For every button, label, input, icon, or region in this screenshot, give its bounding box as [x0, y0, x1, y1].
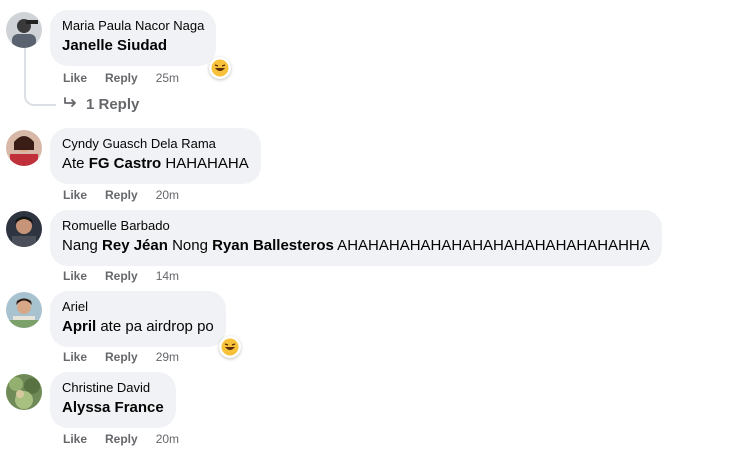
comment-actions: Like Reply 29m	[63, 350, 197, 364]
tagged-user[interactable]: Rey Jéan	[102, 237, 168, 254]
reply-button[interactable]: Reply	[105, 432, 138, 446]
text-part: AHAHAHAHAHAHAHAHAHAHAHAHAHAHHA	[333, 237, 650, 254]
comment-actions: Like Reply 25m	[63, 71, 197, 85]
comment-bubble: Cyndy Guasch Dela Rama Ate FG Castro HAH…	[50, 128, 261, 184]
reply-button[interactable]: Reply	[105, 188, 138, 202]
tagged-user[interactable]: Janelle Siudad	[62, 37, 167, 54]
comment-timestamp[interactable]: 14m	[156, 269, 179, 283]
comment-text: Janelle Siudad	[62, 36, 204, 56]
like-button[interactable]: Like	[63, 269, 87, 283]
view-replies-link[interactable]: 1 Reply	[64, 96, 139, 113]
haha-emoji-icon[interactable]	[209, 57, 231, 79]
replies-count[interactable]: 1 Reply	[86, 96, 139, 113]
text-part: ate pa airdrop po	[96, 318, 214, 335]
text-part: Nong	[167, 237, 213, 254]
avatar[interactable]	[6, 374, 42, 410]
avatar[interactable]	[6, 12, 42, 48]
comment-author[interactable]: Maria Paula Nacor Naga	[62, 18, 204, 34]
tagged-user[interactable]: Ryan Ballesteros	[212, 237, 334, 254]
haha-emoji-icon[interactable]	[219, 336, 241, 358]
comment-text: Nang Rey Jéan Nong Ryan Ballesteros AHAH…	[62, 236, 650, 256]
like-button[interactable]: Like	[63, 71, 87, 85]
comment-timestamp[interactable]: 20m	[156, 188, 179, 202]
comment-author[interactable]: Ariel	[62, 299, 214, 315]
comment-text: Ate FG Castro HAHAHAHA	[62, 154, 249, 174]
text-part: HAHAHAHA	[161, 155, 249, 172]
text-part: Nang	[62, 237, 103, 254]
like-button[interactable]: Like	[63, 350, 87, 364]
like-button[interactable]: Like	[63, 432, 87, 446]
comment-text: Alyssa France	[62, 398, 164, 418]
comment-bubble: Romuelle Barbado Nang Rey Jéan Nong Ryan…	[50, 210, 662, 266]
reply-button[interactable]: Reply	[105, 269, 138, 283]
like-button[interactable]: Like	[63, 188, 87, 202]
tagged-user[interactable]: April	[62, 318, 96, 335]
avatar[interactable]	[6, 211, 42, 247]
text-part: Ate	[62, 155, 89, 172]
comment-bubble: Ariel April ate pa airdrop po	[50, 291, 226, 347]
comment-bubble: Christine David Alyssa France	[50, 372, 176, 428]
comment-timestamp[interactable]: 20m	[156, 432, 179, 446]
avatar[interactable]	[6, 292, 42, 328]
comment-actions: Like Reply 14m	[63, 269, 197, 283]
comment-timestamp[interactable]: 29m	[156, 350, 179, 364]
avatar[interactable]	[6, 130, 42, 166]
reply-arrow-icon	[64, 96, 78, 113]
thread-connector	[24, 48, 56, 106]
tagged-user[interactable]: Alyssa France	[62, 399, 164, 416]
reply-button[interactable]: Reply	[105, 71, 138, 85]
reply-button[interactable]: Reply	[105, 350, 138, 364]
comment-timestamp[interactable]: 25m	[156, 71, 179, 85]
comment-actions: Like Reply 20m	[63, 188, 197, 202]
comment-author[interactable]: Cyndy Guasch Dela Rama	[62, 136, 249, 152]
tagged-user[interactable]: FG Castro	[89, 155, 162, 172]
comment-actions: Like Reply 20m	[63, 432, 197, 446]
comment-bubble: Maria Paula Nacor Naga Janelle Siudad	[50, 10, 217, 66]
comment-author[interactable]: Romuelle Barbado	[62, 218, 650, 234]
comment-text: April ate pa airdrop po	[62, 317, 214, 337]
comment-author[interactable]: Christine David	[62, 380, 164, 396]
